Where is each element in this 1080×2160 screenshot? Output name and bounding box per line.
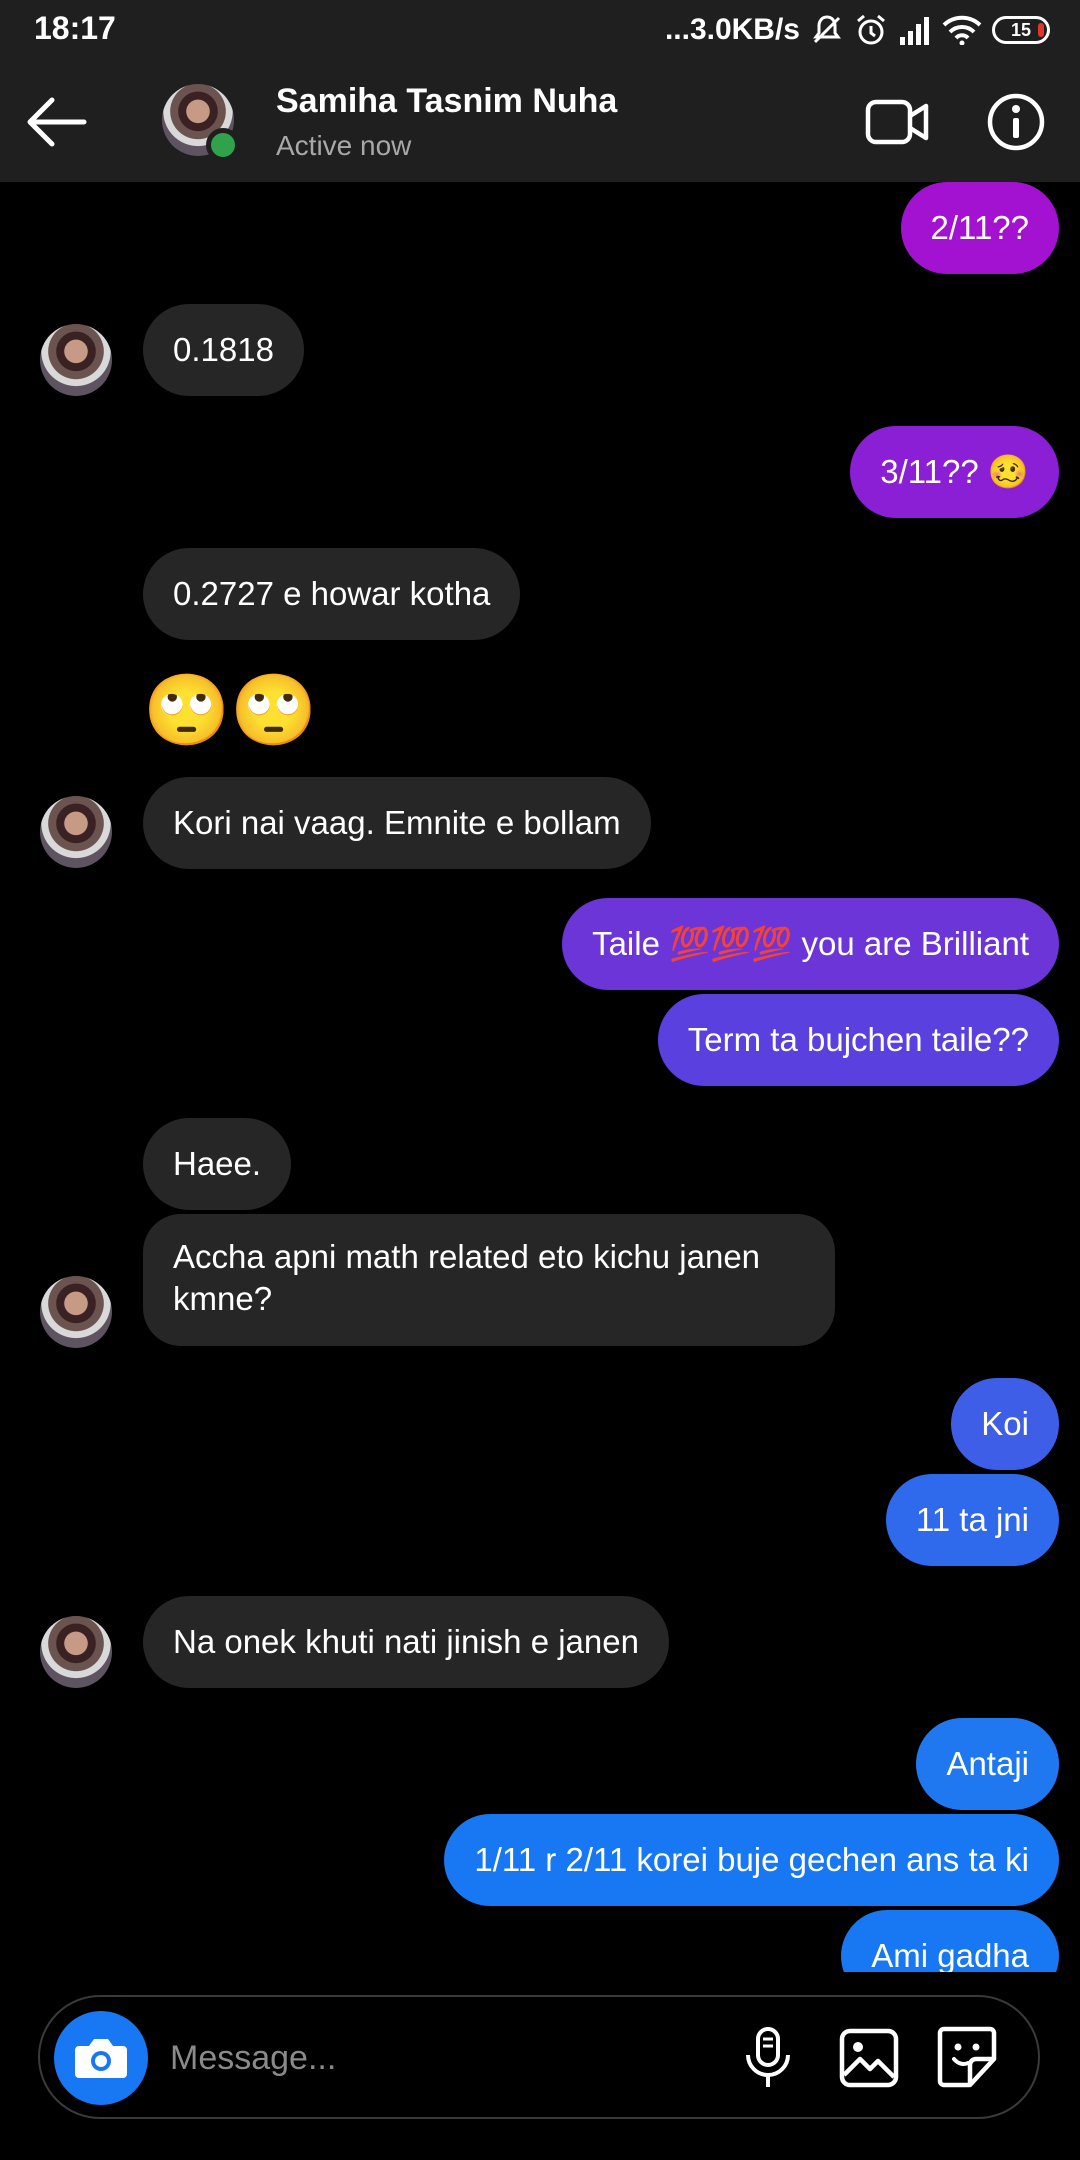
message-bubble-outgoing[interactable]: 2/11?? xyxy=(900,182,1059,274)
info-icon xyxy=(987,93,1045,151)
message-bubble-outgoing[interactable]: Term ta bujchen taile?? xyxy=(657,994,1059,1086)
contact-status: Active now xyxy=(276,130,412,161)
camera-icon xyxy=(75,2039,127,2078)
message-bubble-incoming[interactable]: Kori nai vaag. Emnite e bollam xyxy=(143,777,651,869)
message-bubble-outgoing[interactable]: 1/11 r 2/11 korei buje gechen ans ta ki xyxy=(444,1814,1059,1906)
gallery-icon xyxy=(839,2028,899,2088)
sender-avatar[interactable] xyxy=(40,796,112,868)
sender-avatar[interactable] xyxy=(40,324,112,396)
message-bubble-incoming[interactable]: 0.1818 xyxy=(143,304,304,396)
emoji-message[interactable]: 🙄🙄 xyxy=(143,670,317,750)
wifi-icon xyxy=(942,15,982,45)
message-bubble-incoming[interactable]: 0.2727 e howar kotha xyxy=(143,548,521,640)
video-call-button[interactable] xyxy=(864,94,930,150)
message-bubble-outgoing[interactable]: Koi xyxy=(951,1378,1059,1470)
online-indicator xyxy=(206,128,240,162)
message-bubble-outgoing[interactable]: 11 ta jni xyxy=(885,1474,1059,1566)
sticker-icon xyxy=(937,2026,997,2088)
sender-avatar[interactable] xyxy=(40,1276,112,1348)
back-button[interactable] xyxy=(22,90,92,154)
contact-name[interactable]: Samiha Tasnim Nuha xyxy=(276,82,617,121)
battery-level: 15 xyxy=(1010,19,1032,40)
sender-avatar[interactable] xyxy=(40,1616,112,1688)
message-bubble-outgoing[interactable]: Taile 💯💯💯 you are Brilliant xyxy=(562,898,1059,990)
network-speed: ...3.0KB/s xyxy=(664,13,800,46)
message-bubble-outgoing[interactable]: Antaji xyxy=(916,1718,1059,1810)
mute-icon xyxy=(810,13,844,47)
signal-icon xyxy=(898,15,932,45)
message-bubble-incoming[interactable]: Na onek khuti nati jinish e janen xyxy=(143,1596,669,1688)
back-arrow-icon xyxy=(27,97,87,147)
chat-header: Samiha Tasnim Nuha Active now xyxy=(0,60,1080,182)
video-call-icon xyxy=(865,99,929,145)
microphone-button[interactable] xyxy=(736,2025,800,2091)
message-composer xyxy=(38,1995,1040,2119)
message-bubble-incoming[interactable]: Haee. xyxy=(143,1118,292,1210)
status-icons: ...3.0KB/s 15 xyxy=(665,8,1050,52)
gallery-button[interactable] xyxy=(836,2025,902,2091)
contact-avatar[interactable] xyxy=(162,84,240,162)
info-button[interactable] xyxy=(986,92,1046,152)
message-input[interactable] xyxy=(168,2027,732,2089)
message-bubble-outgoing[interactable]: Ami gadha xyxy=(841,1910,1059,1972)
camera-button[interactable] xyxy=(54,2011,148,2105)
battery-icon: 15 xyxy=(992,16,1050,44)
microphone-icon xyxy=(746,2027,790,2087)
status-time: 18:17 xyxy=(34,10,116,46)
sticker-button[interactable] xyxy=(934,2023,1000,2091)
message-bubble-outgoing[interactable]: 3/11?? 🥴 xyxy=(850,426,1059,518)
status-bar: 18:17 ...3.0KB/s 15 xyxy=(0,0,1080,60)
message-bubble-incoming[interactable]: Accha apni math related eto kichu janen … xyxy=(143,1214,835,1346)
message-list[interactable]: 2/11?? 0.1818 3/11?? 🥴 0.2727 e howar ko… xyxy=(0,182,1080,1972)
alarm-icon xyxy=(854,13,888,47)
